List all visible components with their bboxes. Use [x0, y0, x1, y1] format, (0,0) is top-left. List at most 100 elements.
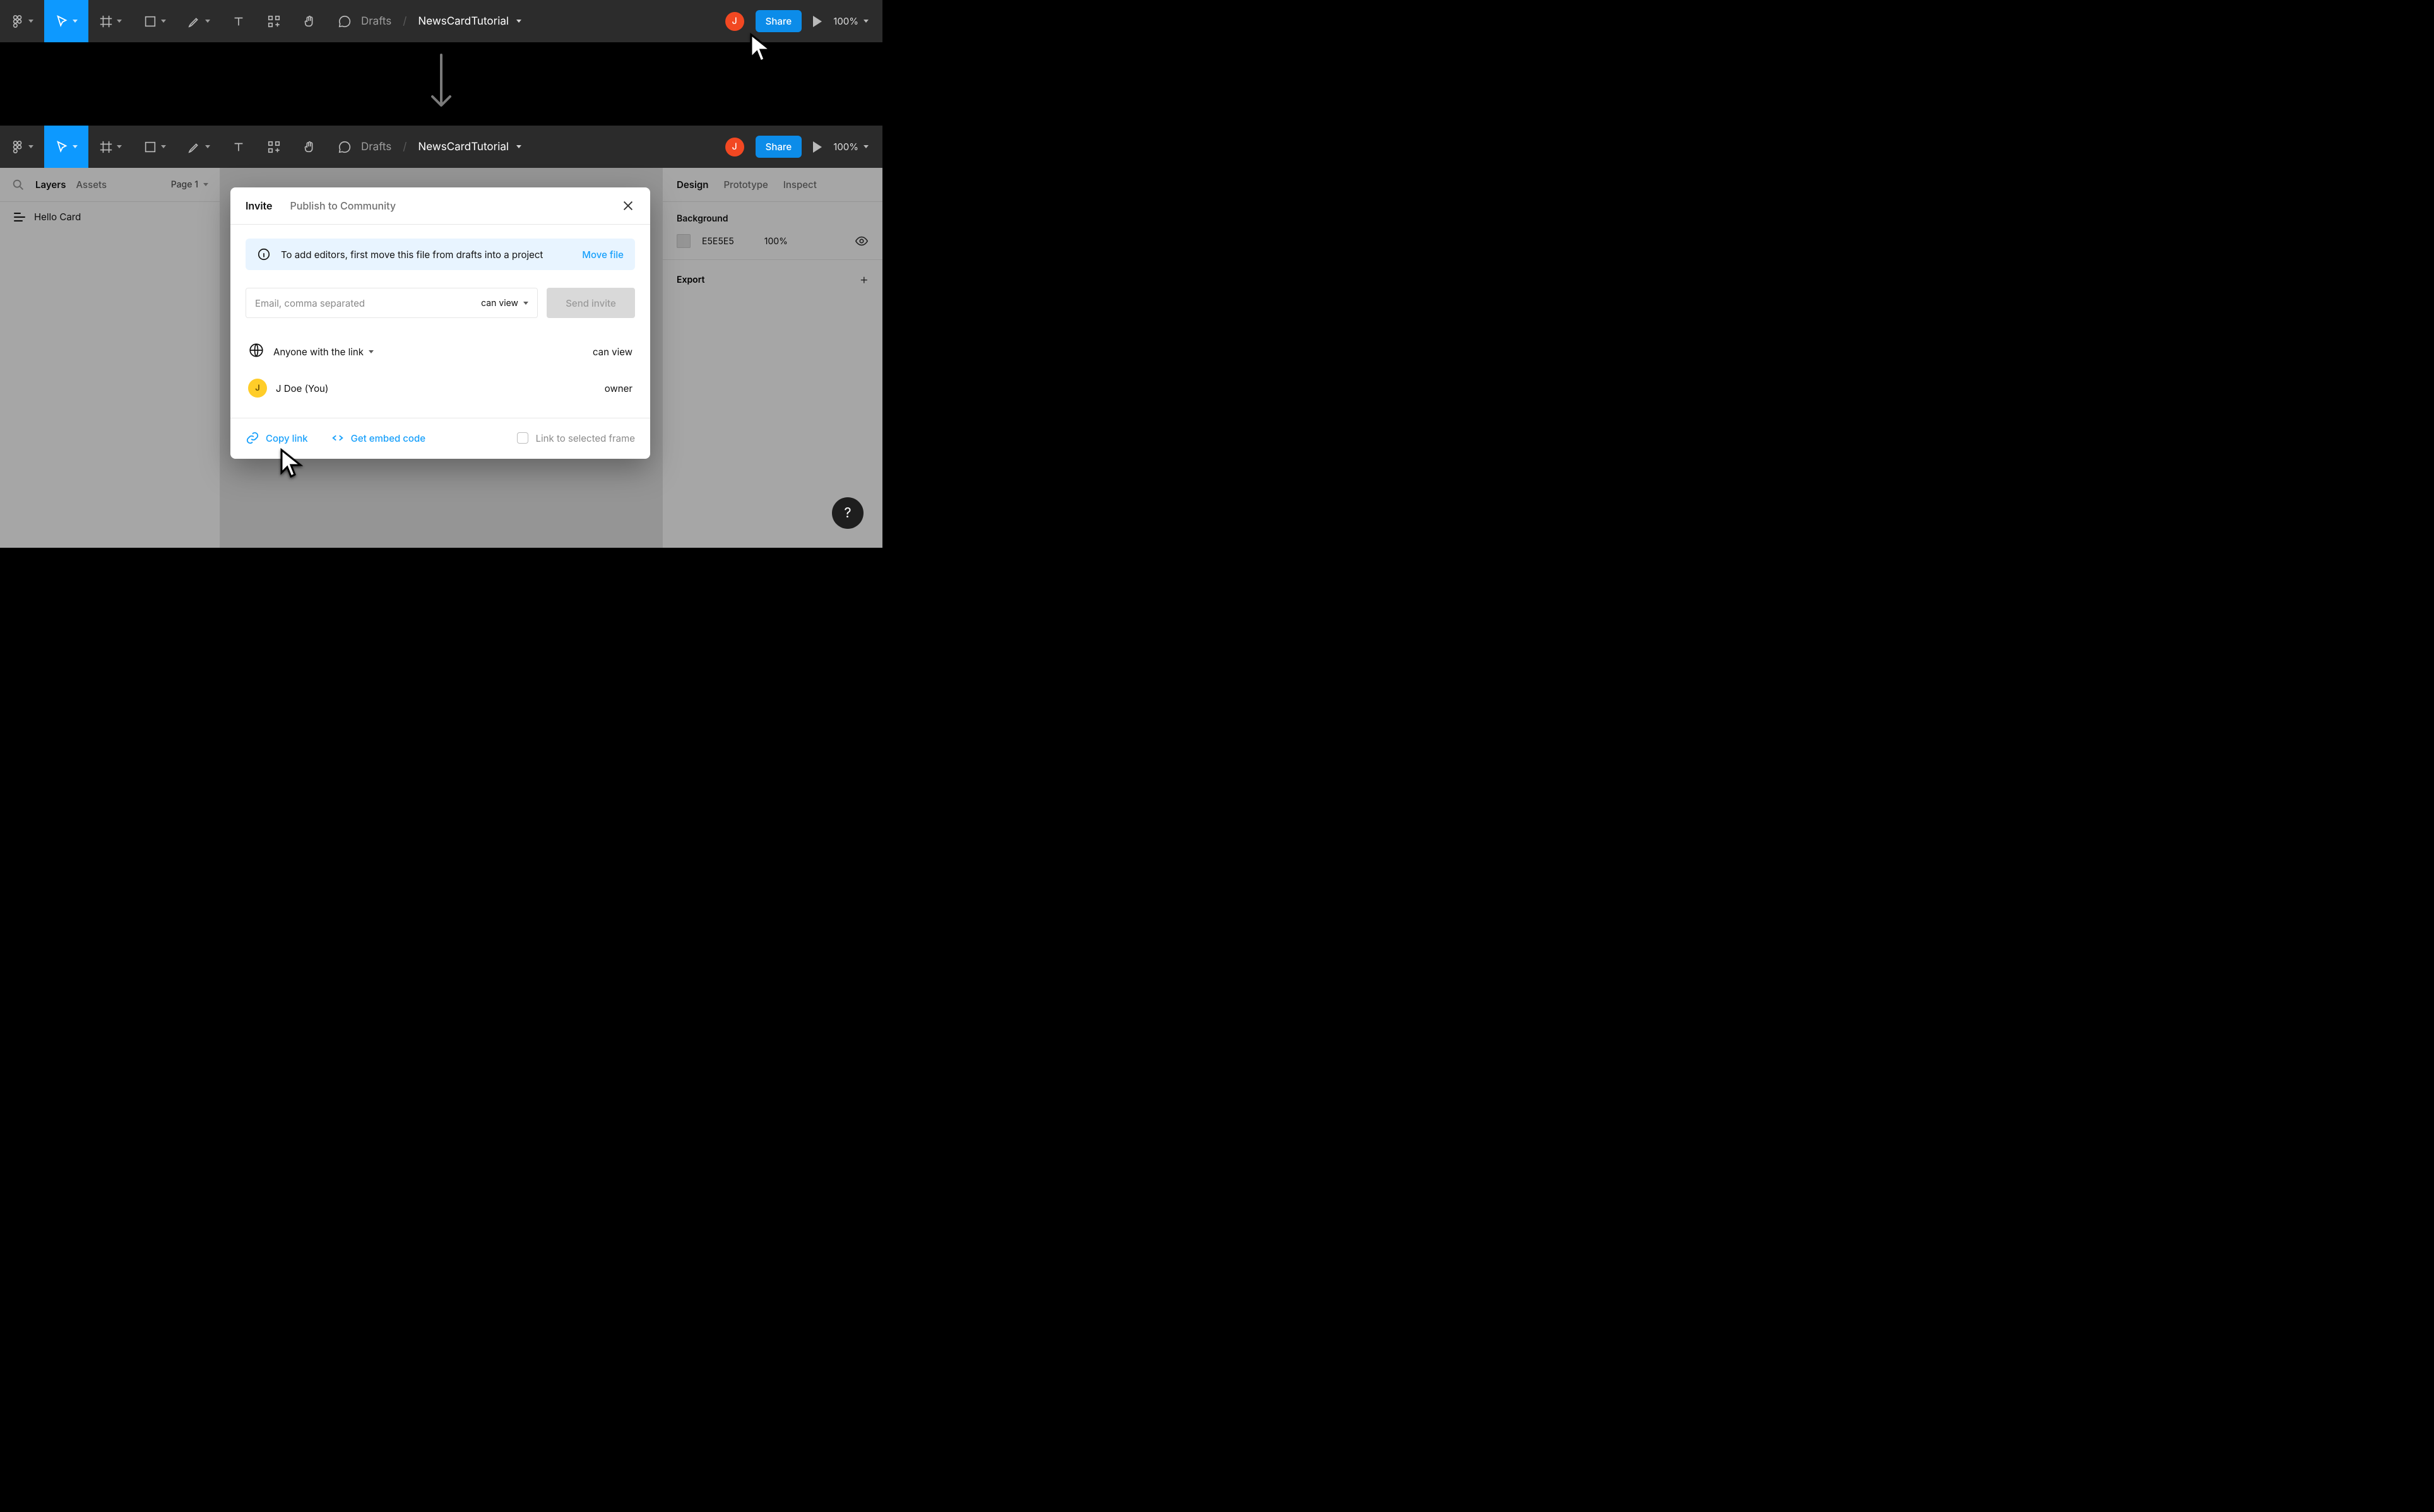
- share-modal-header: Invite Publish to Community: [230, 187, 650, 225]
- chevron-down-icon: [73, 145, 78, 148]
- user-avatar[interactable]: J: [725, 138, 744, 157]
- move-tool-button[interactable]: [44, 126, 88, 168]
- tab-design[interactable]: Design: [677, 179, 708, 191]
- send-invite-label: Send invite: [566, 297, 616, 309]
- page-dropdown[interactable]: Page 1: [171, 179, 208, 190]
- app-frame: Drafts / NewsCardTutorial J Share 100%: [0, 126, 882, 548]
- app-body: Layers Assets Page 1 Hello Card Design P…: [0, 168, 882, 548]
- frame-icon: [99, 15, 113, 28]
- mouse-cursor-bottom: [279, 448, 303, 481]
- chevron-down-icon: [516, 20, 521, 23]
- member-avatar: J: [248, 379, 267, 398]
- tab-layers[interactable]: Layers: [35, 179, 66, 191]
- text-tool-button[interactable]: [221, 126, 256, 168]
- file-name-dropdown[interactable]: NewsCardTutorial: [418, 141, 521, 153]
- share-label: Share: [766, 15, 792, 27]
- present-button[interactable]: [813, 0, 822, 42]
- send-invite-button[interactable]: Send invite: [547, 288, 635, 318]
- file-name-dropdown[interactable]: NewsCardTutorial: [418, 15, 521, 28]
- layer-item[interactable]: Hello Card: [0, 202, 220, 232]
- frame-link-label: Link to selected frame: [536, 432, 635, 444]
- toolbar-bottom: Drafts / NewsCardTutorial J Share 100%: [0, 126, 882, 168]
- frame-tool-button[interactable]: [88, 126, 133, 168]
- tab-invite[interactable]: Invite: [246, 199, 272, 212]
- chevron-down-icon: [117, 20, 122, 23]
- zoom-dropdown[interactable]: 100%: [833, 15, 869, 27]
- tab-publish[interactable]: Publish to Community: [290, 199, 396, 212]
- frame-layer-icon: [14, 213, 25, 221]
- resources-icon: [267, 15, 281, 28]
- help-button[interactable]: ?: [832, 497, 864, 529]
- breadcrumb: Drafts / NewsCardTutorial: [361, 15, 521, 28]
- chevron-down-icon: [516, 145, 521, 148]
- user-avatar[interactable]: J: [725, 12, 744, 31]
- chevron-down-icon: [73, 20, 78, 23]
- right-panel: Design Prototype Inspect Background E5E5…: [662, 168, 882, 548]
- pen-tool-button[interactable]: [177, 0, 221, 42]
- export-label: Export: [677, 275, 704, 285]
- link-role-label[interactable]: can view: [593, 346, 632, 358]
- visibility-toggle[interactable]: [855, 234, 869, 248]
- search-icon[interactable]: [11, 178, 25, 192]
- member-role: owner: [605, 382, 632, 394]
- hand-tool-button[interactable]: [292, 0, 327, 42]
- bg-opacity[interactable]: 100%: [764, 236, 788, 247]
- left-panel-header: Layers Assets Page 1: [0, 168, 220, 202]
- tab-inspect[interactable]: Inspect: [783, 179, 817, 191]
- resources-button[interactable]: [256, 126, 292, 168]
- chevron-down-icon: [369, 350, 374, 353]
- copy-link-button[interactable]: Copy link: [246, 431, 308, 445]
- cursor-icon: [55, 15, 69, 28]
- move-file-link[interactable]: Move file: [582, 249, 624, 261]
- frame-tool-button[interactable]: [88, 0, 133, 42]
- move-tool-button[interactable]: [44, 0, 88, 42]
- comment-tool-button[interactable]: [327, 126, 362, 168]
- bg-hex[interactable]: E5E5E5: [702, 236, 734, 247]
- down-arrow-icon: [429, 51, 454, 117]
- comment-icon: [338, 15, 352, 28]
- breadcrumb-sep: /: [403, 141, 407, 153]
- close-button[interactable]: [621, 199, 635, 213]
- breadcrumb-drafts[interactable]: Drafts: [361, 141, 391, 153]
- figma-menu-button[interactable]: [0, 0, 44, 42]
- breadcrumb-drafts[interactable]: Drafts: [361, 15, 391, 28]
- mouse-cursor-top: [749, 33, 773, 66]
- rectangle-icon: [143, 15, 157, 28]
- figma-menu-button[interactable]: [0, 126, 44, 168]
- cursor-icon: [55, 140, 69, 154]
- hand-icon: [302, 15, 316, 28]
- pen-tool-button[interactable]: [177, 126, 221, 168]
- globe-icon: [248, 342, 264, 361]
- info-banner: To add editors, first move this file fro…: [246, 239, 635, 270]
- text-tool-button[interactable]: [221, 0, 256, 42]
- left-panel: Layers Assets Page 1 Hello Card: [0, 168, 220, 548]
- play-icon: [813, 16, 822, 27]
- zoom-dropdown[interactable]: 100%: [833, 141, 869, 153]
- share-button[interactable]: Share: [756, 10, 802, 32]
- email-input[interactable]: Email, comma separated: [255, 297, 365, 309]
- play-icon: [813, 141, 822, 153]
- chevron-down-icon: [523, 302, 528, 305]
- chevron-down-icon: [28, 20, 33, 23]
- bg-swatch[interactable]: [677, 234, 691, 248]
- frame-link-checkbox[interactable]: [517, 432, 528, 444]
- comment-icon: [338, 140, 352, 154]
- frame-icon: [99, 140, 113, 154]
- add-export-button[interactable]: +: [860, 271, 869, 288]
- shape-tool-button[interactable]: [133, 0, 177, 42]
- share-button[interactable]: Share: [756, 136, 802, 158]
- tab-assets[interactable]: Assets: [76, 179, 107, 191]
- link-scope-dropdown[interactable]: Anyone with the link: [273, 346, 374, 358]
- chevron-down-icon: [28, 145, 33, 148]
- present-button[interactable]: [813, 126, 822, 168]
- background-title: Background: [677, 213, 869, 224]
- shape-tool-button[interactable]: [133, 126, 177, 168]
- comment-tool-button[interactable]: [327, 0, 362, 42]
- copy-link-label: Copy link: [266, 432, 308, 444]
- permission-dropdown[interactable]: can view: [481, 298, 528, 309]
- tab-prototype[interactable]: Prototype: [723, 179, 768, 191]
- zoom-value: 100%: [833, 15, 858, 27]
- hand-tool-button[interactable]: [292, 126, 327, 168]
- embed-code-button[interactable]: Get embed code: [331, 431, 425, 445]
- resources-button[interactable]: [256, 0, 292, 42]
